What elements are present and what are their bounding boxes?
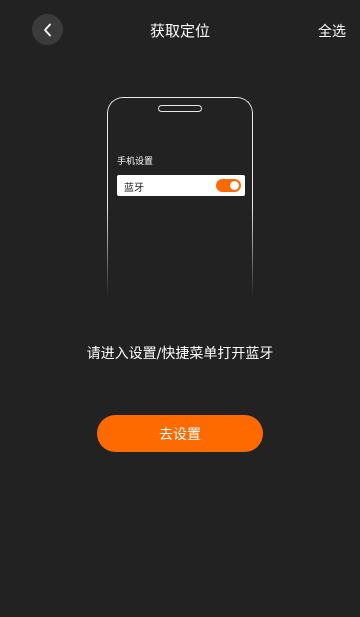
toggle-knob — [230, 181, 239, 190]
instruction-text: 请进入设置/快捷菜单打开蓝牙 — [86, 346, 274, 362]
screen: 获取定位 全选 手机设置 蓝牙 请进入设置/快捷菜单打开蓝牙 去设置 — [0, 0, 360, 617]
phone-illustration: 手机设置 蓝牙 — [107, 97, 253, 297]
phone-speaker — [158, 105, 202, 112]
bluetooth-toggle — [216, 179, 241, 192]
phone-settings-title: 手机设置 — [117, 157, 154, 167]
go-settings-button[interactable]: 去设置 — [97, 415, 263, 452]
bluetooth-setting-row: 蓝牙 — [117, 175, 245, 196]
bluetooth-label: 蓝牙 — [124, 183, 144, 194]
select-all-button[interactable]: 全选 — [318, 21, 346, 41]
page-title: 获取定位 — [149, 22, 210, 40]
